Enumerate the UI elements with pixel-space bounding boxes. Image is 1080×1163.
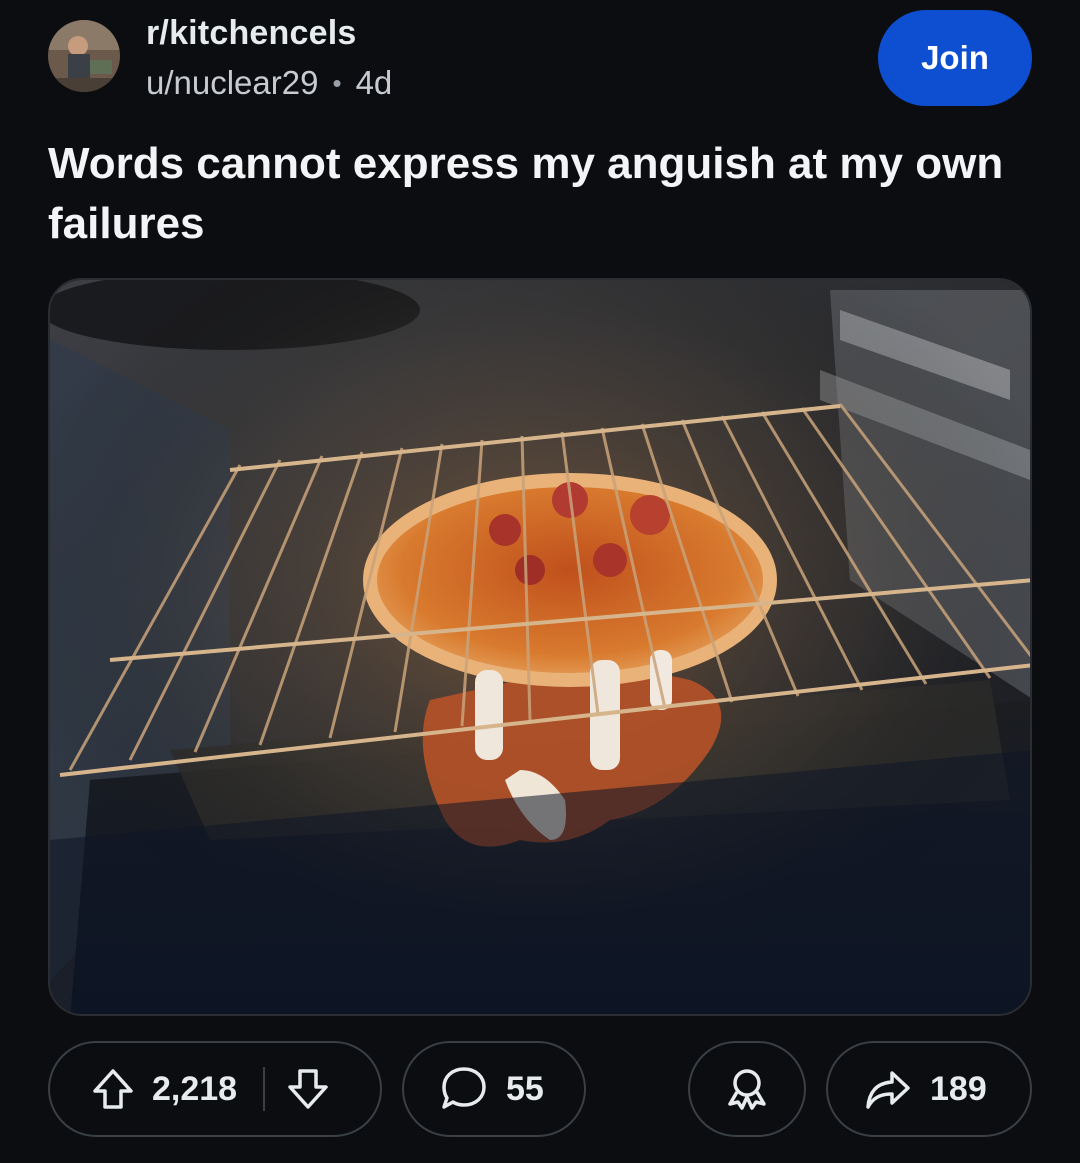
subreddit-name[interactable]: r/kitchencels bbox=[146, 14, 357, 53]
post-meta: u/nuclear29 • 4d bbox=[146, 64, 392, 102]
speech-bubble-icon bbox=[438, 1063, 490, 1115]
vote-bar: 2,218 bbox=[48, 1041, 382, 1137]
username[interactable]: u/nuclear29 bbox=[146, 64, 318, 102]
award-icon bbox=[722, 1064, 772, 1114]
arrow-down-icon[interactable] bbox=[283, 1064, 333, 1114]
post-image[interactable] bbox=[48, 278, 1032, 1016]
join-button[interactable]: Join bbox=[878, 10, 1032, 106]
comments-button[interactable]: 55 bbox=[402, 1041, 586, 1137]
subreddit-avatar[interactable] bbox=[48, 20, 120, 92]
share-count: 189 bbox=[930, 1069, 987, 1108]
award-button[interactable] bbox=[688, 1041, 806, 1137]
share-arrow-icon bbox=[862, 1063, 914, 1115]
meta-separator: • bbox=[332, 67, 342, 98]
post-title[interactable]: Words cannot express my anguish at my ow… bbox=[48, 134, 1038, 254]
share-button[interactable]: 189 bbox=[826, 1041, 1032, 1137]
reddit-post: r/kitchencels u/nuclear29 • 4d Join Word… bbox=[0, 0, 1080, 1163]
vote-divider bbox=[263, 1067, 266, 1111]
arrow-up-icon[interactable] bbox=[88, 1064, 138, 1114]
upvote-count: 2,218 bbox=[152, 1069, 238, 1108]
comment-count: 55 bbox=[506, 1069, 544, 1108]
post-age: 4d bbox=[355, 64, 393, 101]
